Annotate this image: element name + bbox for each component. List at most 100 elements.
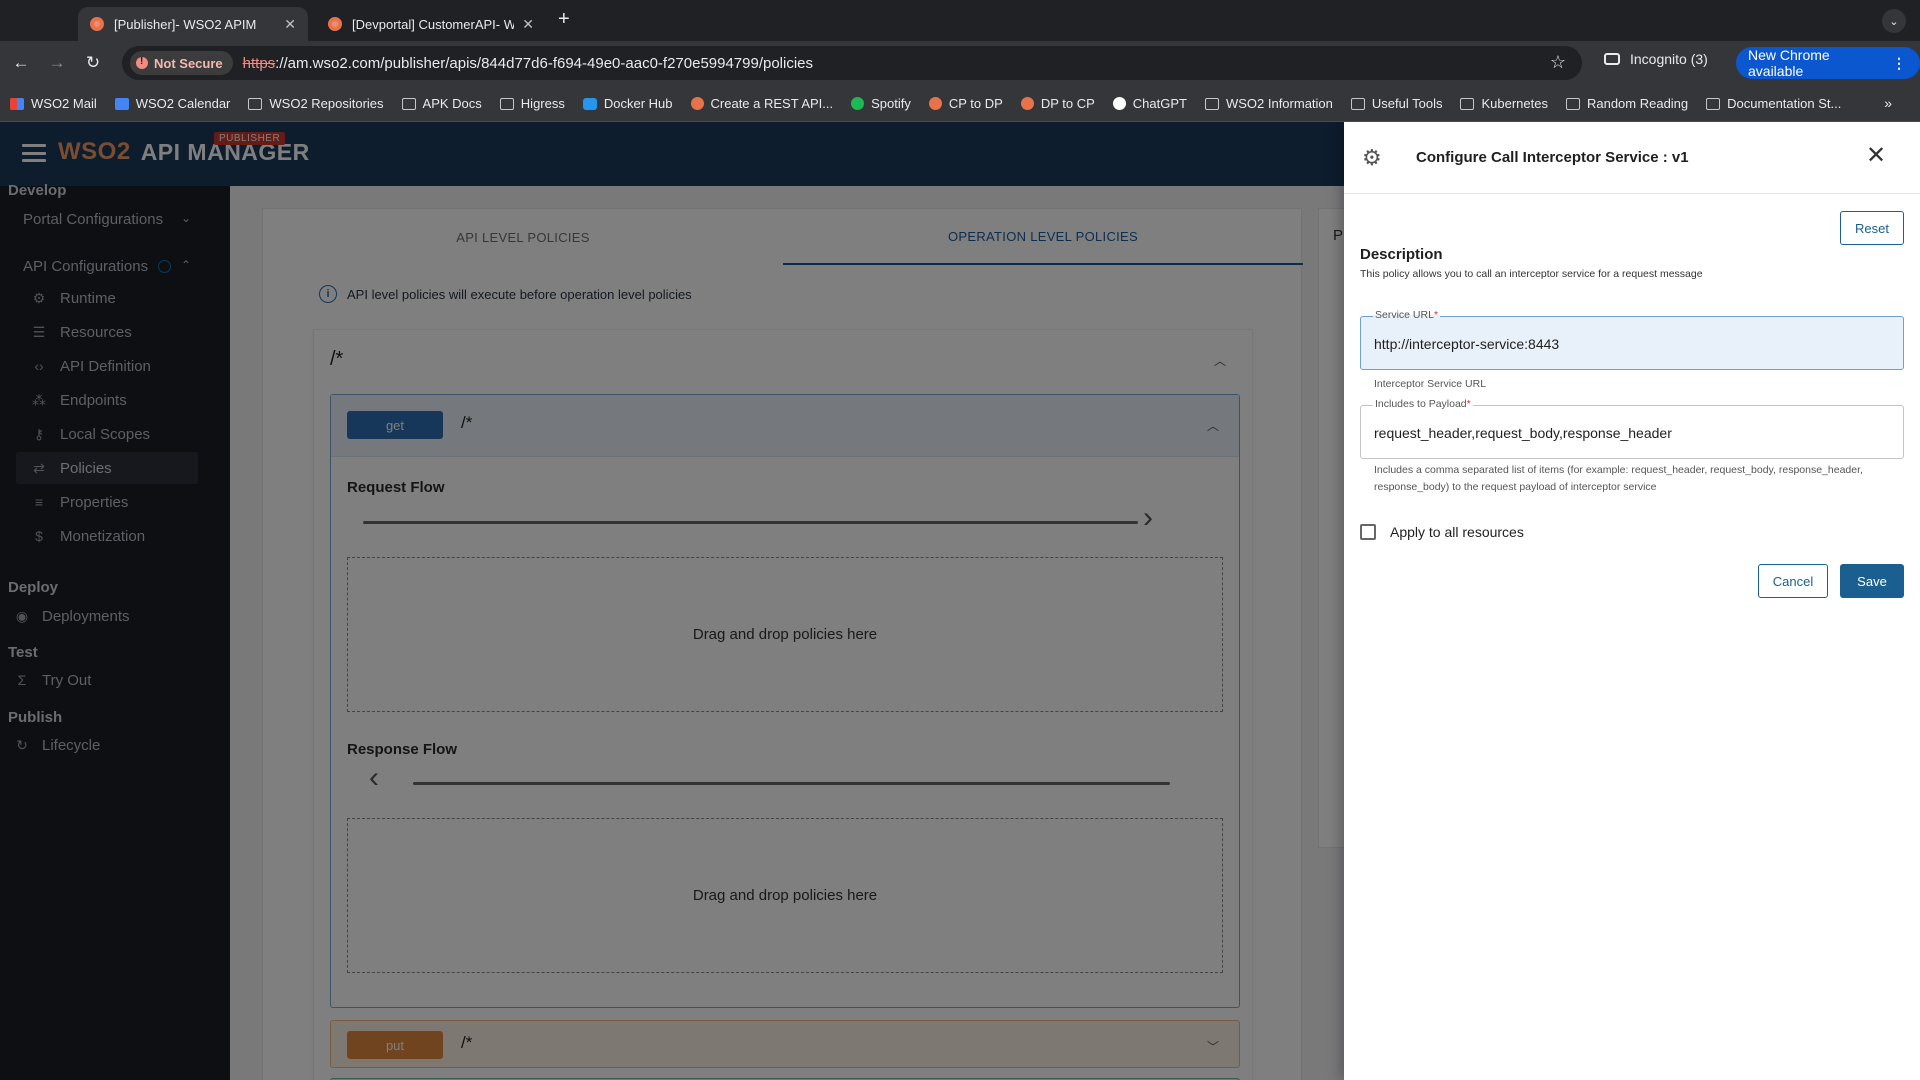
incognito-label: Incognito (3): [1630, 51, 1708, 67]
address-bar[interactable]: Not Secure https://am.wso2.com/publisher…: [122, 46, 1582, 80]
bookmarks-bar: WSO2 Mail WSO2 Calendar WSO2 Repositorie…: [0, 86, 1920, 122]
close-tab-icon[interactable]: ✕: [522, 16, 534, 33]
more-bookmarks-icon[interactable]: »: [1884, 95, 1892, 111]
service-url-helper: Interceptor Service URL: [1374, 378, 1487, 390]
tab-title: [Devportal] CustomerAPI- W: [352, 16, 515, 32]
bookmark-label: Create a REST API...: [710, 96, 834, 111]
gmail-icon: [10, 97, 24, 110]
back-icon[interactable]: ←: [10, 52, 32, 74]
bookmark-label: DP to CP: [1040, 96, 1095, 111]
wso2-favicon-icon: [328, 17, 342, 31]
bookmark-label: WSO2 Calendar: [135, 96, 231, 111]
wso2-icon: [690, 97, 704, 110]
bookmark-higress[interactable]: Higress: [499, 96, 565, 111]
wso2-icon: [1020, 97, 1034, 110]
bookmark-wso2-information[interactable]: WSO2 Information: [1204, 96, 1333, 111]
folder-icon: [1460, 97, 1475, 110]
payload-label: Includes to Payload*: [1373, 398, 1473, 410]
apply-to-all-row[interactable]: Apply to all resources: [1360, 524, 1524, 540]
folder-icon: [1204, 97, 1219, 110]
service-url-label: Service URL*: [1373, 309, 1441, 321]
update-label: New Chrome available: [1748, 47, 1830, 79]
incognito-indicator[interactable]: Incognito (3): [1604, 51, 1708, 67]
incognito-icon: [1604, 53, 1620, 65]
bookmark-label: Useful Tools: [1371, 96, 1443, 111]
bookmark-wso2-calendar[interactable]: WSO2 Calendar: [114, 96, 231, 111]
more-options-icon[interactable]: ⋮: [1892, 55, 1906, 72]
publisher-app: WSO2 API MANAGER PUBLISHER Develop Porta…: [0, 122, 1920, 1080]
folder-icon: [499, 97, 514, 110]
configure-policy-drawer: ⚙ Configure Call Interceptor Service : v…: [1344, 122, 1920, 1080]
service-url-field[interactable]: Service URL* http://interceptor-service:…: [1360, 309, 1904, 370]
url-text[interactable]: https://am.wso2.com/publisher/apis/844d7…: [243, 55, 813, 72]
bookmark-label: Higress: [520, 96, 565, 111]
bookmark-star-icon[interactable]: ☆: [1550, 52, 1566, 73]
url-path: ://am.wso2.com/publisher/apis/844d77d6-f…: [275, 54, 814, 72]
security-label: Not Secure: [154, 55, 223, 71]
bookmark-docker-hub[interactable]: Docker Hub: [582, 96, 673, 111]
bookmark-spotify[interactable]: Spotify: [851, 96, 911, 111]
calendar-icon: [114, 97, 129, 110]
folder-icon: [1706, 97, 1721, 110]
bookmark-random-reading[interactable]: Random Reading: [1565, 96, 1689, 111]
bookmark-wso2-mail[interactable]: WSO2 Mail: [10, 96, 97, 111]
folder-icon: [1565, 97, 1580, 110]
reset-button[interactable]: Reset: [1840, 211, 1904, 245]
cancel-button[interactable]: Cancel: [1758, 564, 1828, 598]
bookmark-chatgpt[interactable]: ChatGPT: [1112, 96, 1187, 111]
drawer-header: ⚙ Configure Call Interceptor Service : v…: [1344, 122, 1920, 194]
wso2-favicon-icon: [90, 17, 104, 31]
bookmark-label: Documentation St...: [1727, 96, 1842, 111]
gear-icon: ⚙: [1362, 145, 1382, 170]
bookmark-label: CP to DP: [948, 96, 1003, 111]
new-tab-icon[interactable]: +: [558, 8, 570, 31]
bookmark-label: Kubernetes: [1481, 96, 1548, 111]
bookmark-label: APK Docs: [422, 96, 482, 111]
browser-tab-publisher[interactable]: [Publisher]- WSO2 APIM ✕: [78, 7, 308, 41]
browser-tab-strip: [Publisher]- WSO2 APIM ✕ [Devportal] Cus…: [0, 0, 1920, 41]
warning-icon: [136, 56, 148, 69]
chatgpt-icon: [1112, 97, 1126, 110]
chrome-update-button[interactable]: New Chrome available ⋮: [1736, 47, 1920, 79]
tab-title: [Publisher]- WSO2 APIM: [114, 16, 257, 32]
bookmark-label: WSO2 Mail: [31, 96, 97, 111]
payload-field[interactable]: Includes to Payload* request_header,requ…: [1360, 398, 1904, 459]
drawer-title: Configure Call Interceptor Service : v1: [1416, 149, 1689, 166]
bookmark-label: WSO2 Repositories: [269, 96, 384, 111]
browser-tab-devportal[interactable]: [Devportal] CustomerAPI- W ✕: [316, 7, 546, 41]
browser-toolbar: ← → ↻ Not Secure https://am.wso2.com/pub…: [0, 41, 1920, 86]
security-indicator[interactable]: Not Secure: [130, 51, 233, 75]
modal-backdrop[interactable]: [0, 122, 1344, 1080]
reload-icon[interactable]: ↻: [82, 52, 104, 74]
bookmark-documentation[interactable]: Documentation St...: [1706, 96, 1841, 111]
bookmark-label: ChatGPT: [1132, 96, 1187, 111]
apply-to-all-checkbox[interactable]: [1360, 524, 1376, 540]
apply-to-all-label: Apply to all resources: [1390, 524, 1524, 540]
bookmark-cp-to-dp[interactable]: CP to DP: [928, 96, 1003, 111]
forward-icon[interactable]: →: [46, 52, 68, 74]
bookmark-useful-tools[interactable]: Useful Tools: [1350, 96, 1443, 111]
folder-icon: [401, 97, 416, 110]
bookmark-wso2-repositories[interactable]: WSO2 Repositories: [248, 96, 384, 111]
bookmark-create-rest-api[interactable]: Create a REST API...: [690, 96, 834, 111]
folder-icon: [248, 97, 263, 110]
bookmark-label: Spotify: [871, 96, 911, 111]
description-text: This policy allows you to call an interc…: [1360, 268, 1703, 280]
bookmark-label: WSO2 Information: [1225, 96, 1333, 111]
bookmark-kubernetes[interactable]: Kubernetes: [1460, 96, 1548, 111]
url-scheme: https: [242, 54, 276, 72]
bookmark-dp-to-cp[interactable]: DP to CP: [1020, 96, 1095, 111]
payload-input[interactable]: request_header,request_body,response_hea…: [1374, 425, 1672, 441]
wso2-icon: [928, 97, 942, 110]
close-icon[interactable]: ✕: [1866, 144, 1886, 168]
service-url-input[interactable]: http://interceptor-service:8443: [1374, 336, 1559, 352]
docker-icon: [582, 97, 597, 110]
folder-icon: [1350, 97, 1365, 110]
close-tab-icon[interactable]: ✕: [284, 16, 296, 33]
bookmark-apk-docs[interactable]: APK Docs: [401, 96, 482, 111]
bookmark-label: Random Reading: [1586, 96, 1689, 111]
save-button[interactable]: Save: [1840, 564, 1904, 598]
tab-search-icon[interactable]: ⌄: [1882, 9, 1906, 33]
payload-helper: Includes a comma separated list of items…: [1374, 464, 1863, 493]
description-heading: Description: [1360, 246, 1443, 263]
